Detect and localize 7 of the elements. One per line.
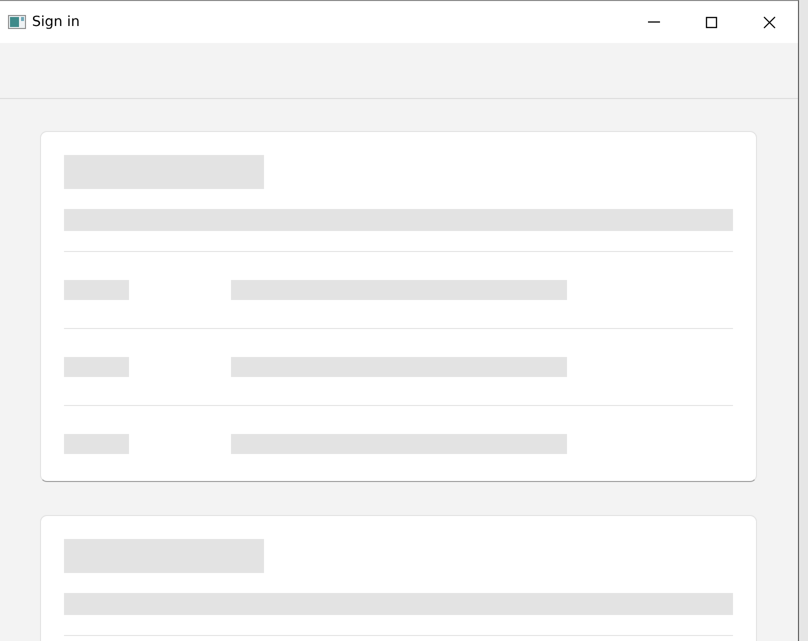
label-placeholder <box>64 280 129 300</box>
maximize-icon <box>704 16 718 28</box>
close-icon <box>762 16 776 28</box>
app-window-icon <box>8 15 26 29</box>
window-title: Sign in <box>32 12 80 32</box>
label-placeholder <box>64 434 129 454</box>
label-placeholder <box>64 357 129 377</box>
